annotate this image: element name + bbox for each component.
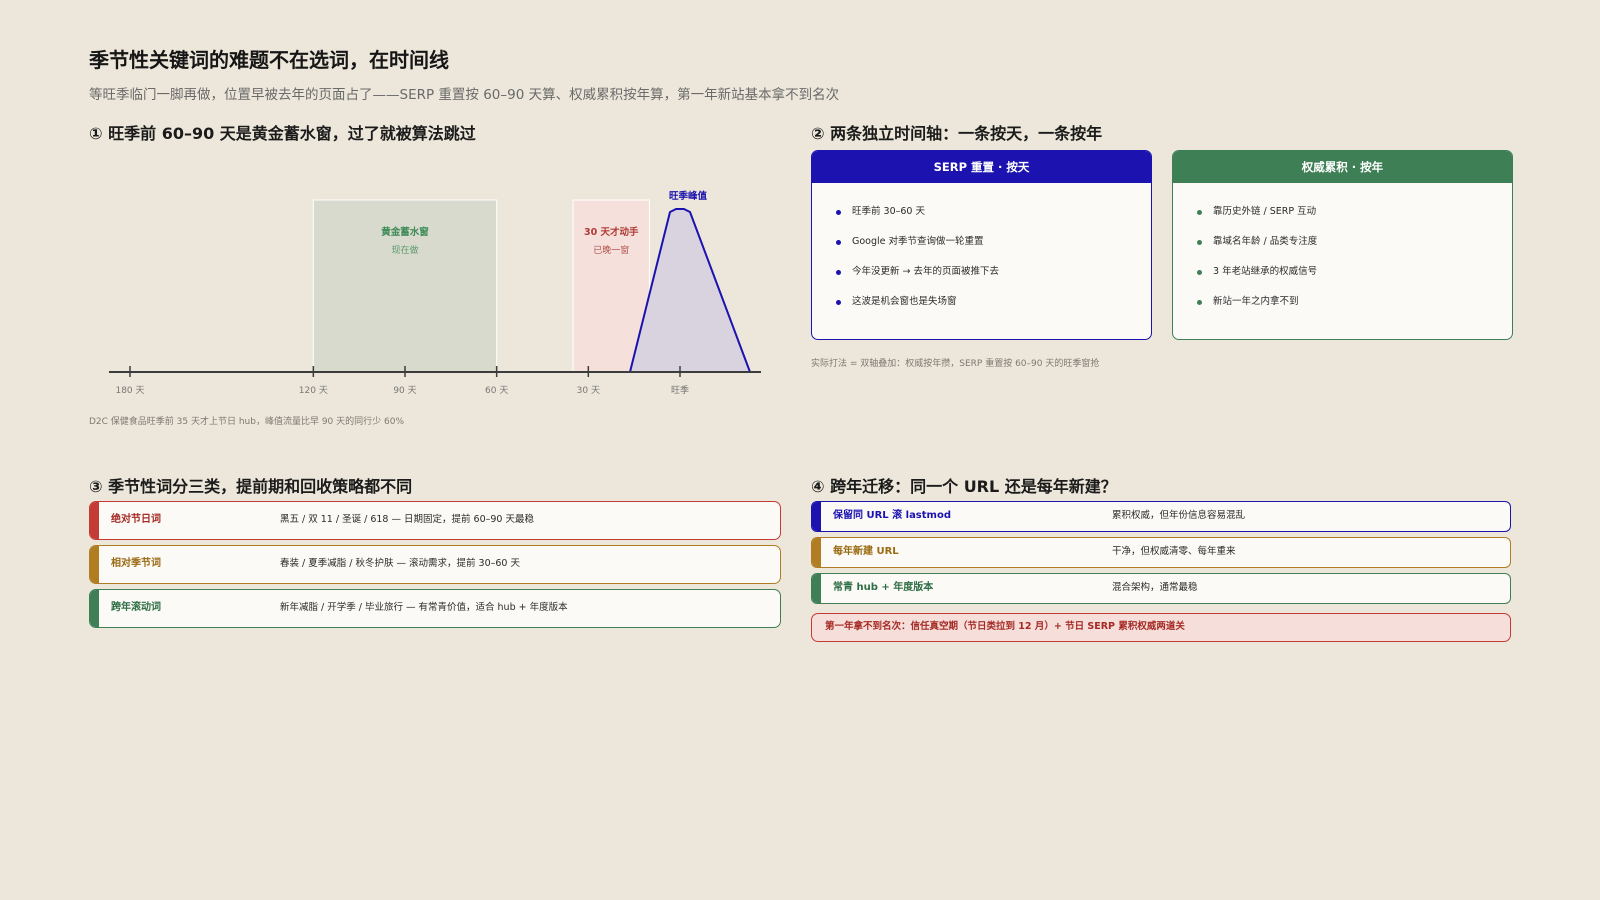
bullet-icon: [836, 210, 841, 215]
row-color-bar: [812, 502, 821, 531]
migration-option-desc: 累积权威，但年份信息容易混乱: [1112, 510, 1246, 521]
list-item: 新站一年之内拿不到: [1197, 291, 1512, 321]
migration-option-name: 常青 hub + 年度版本: [833, 582, 934, 593]
keyword-type-desc: 新年减脂 / 开学季 / 毕业旅行 — 有常青价值，适合 hub + 年度版本: [280, 602, 568, 613]
section2-caption: 实际打法 = 双轴叠加：权威按年攒，SERP 重置按 60–90 天的旺季窗抢: [811, 359, 1100, 369]
tick-label: 120 天: [299, 386, 328, 396]
bullet-icon: [836, 240, 841, 245]
keyword-row-absolute-holiday: 绝对节日词 黑五 / 双 11 / 圣诞 / 618 — 日期固定，提前 60–…: [89, 501, 781, 540]
tick-label: 180 天: [115, 386, 144, 396]
tick-label: 30 天: [577, 386, 600, 396]
keyword-type-desc: 春装 / 夏季减脂 / 秋冬护肤 — 滚动需求，提前 30–60 天: [280, 558, 520, 569]
migration-row-hub: 常青 hub + 年度版本 混合架构，通常最稳: [811, 573, 1511, 604]
section4-title: ④ 跨年迁移：同一个 URL 还是每年新建？: [811, 477, 1117, 496]
row-color-bar: [90, 502, 99, 539]
authority-card: 权威累积 · 按年 靠历史外链 / SERP 互动 靠域名年龄 / 品类专注度 …: [1172, 150, 1513, 340]
golden-window-rect: [312, 199, 498, 373]
bullet-icon: [1197, 210, 1202, 215]
list-item: 靠域名年龄 / 品类专注度: [1197, 231, 1512, 261]
section3-title: ③ 季节性词分三类，提前期和回收策略都不同: [89, 477, 413, 496]
page-subtitle: 等旺季临门一脚再做，位置早被去年的页面占了——SERP 重置按 60–90 天算…: [89, 87, 840, 103]
authority-list: 靠历史外链 / SERP 互动 靠域名年龄 / 品类专注度 3 年老站继承的权威…: [1173, 183, 1512, 321]
serp-reset-card-header: SERP 重置 · 按天: [812, 151, 1151, 183]
tick-label: 60 天: [485, 386, 508, 396]
serp-reset-list: 旺季前 30–60 天 Google 对季节查询做一轮重置 今年没更新 → 去年…: [812, 183, 1151, 321]
row-color-bar: [812, 574, 821, 603]
migration-option-name: 每年新建 URL: [833, 546, 899, 557]
keyword-type-name: 跨年滚动词: [111, 602, 161, 613]
golden-window-sub: 现在做: [391, 244, 418, 256]
serp-reset-card: SERP 重置 · 按天 旺季前 30–60 天 Google 对季节查询做一轮…: [811, 150, 1152, 340]
keyword-type-name: 相对季节词: [111, 558, 161, 569]
section1-title: ① 旺季前 60–90 天是黄金蓄水窗，过了就被算法跳过: [89, 124, 476, 143]
migration-row-new-url: 每年新建 URL 干净，但权威清零、每年重来: [811, 537, 1511, 568]
late-window-title: 30 天才动手: [584, 226, 639, 238]
list-item: 靠历史外链 / SERP 互动: [1197, 201, 1512, 231]
keyword-type-name: 绝对节日词: [111, 514, 161, 525]
page-title: 季节性关键词的难题不在选词，在时间线: [89, 48, 449, 72]
section1-caption: D2C 保健食品旺季前 35 天才上节日 hub，峰值流量比早 90 天的同行少…: [89, 417, 404, 427]
list-item: Google 对季节查询做一轮重置: [836, 231, 1151, 261]
migration-option-desc: 干净，但权威清零、每年重来: [1112, 546, 1236, 557]
keyword-row-relative-season: 相对季节词 春装 / 夏季减脂 / 秋冬护肤 — 滚动需求，提前 30–60 天: [89, 545, 781, 584]
peak-label: 旺季峰值: [669, 190, 708, 202]
first-year-warning: 第一年拿不到名次：信任真空期（节日类拉到 12 月）+ 节日 SERP 累积权威…: [811, 613, 1511, 642]
bullet-icon: [836, 270, 841, 275]
bullet-icon: [1197, 240, 1202, 245]
timeline-chart: 黄金蓄水窗现在做 30 天才动手已晚一窗 旺季峰值 180 天 120 天 90 天 6…: [109, 190, 761, 396]
bullet-icon: [1197, 300, 1202, 305]
migration-option-desc: 混合架构，通常最稳: [1112, 582, 1198, 593]
list-item: 今年没更新 → 去年的页面被推下去: [836, 261, 1151, 291]
late-window-sub: 已晚一窗: [593, 244, 629, 256]
keyword-type-desc: 黑五 / 双 11 / 圣诞 / 618 — 日期固定，提前 60–90 天最稳: [280, 514, 534, 525]
row-color-bar: [90, 590, 99, 627]
keyword-row-cross-year: 跨年滚动词 新年减脂 / 开学季 / 毕业旅行 — 有常青价值，适合 hub +…: [89, 589, 781, 628]
bullet-icon: [836, 300, 841, 305]
list-item: 3 年老站继承的权威信号: [1197, 261, 1512, 291]
section2-title: ② 两条独立时间轴：一条按天，一条按年: [811, 124, 1103, 143]
authority-card-header: 权威累积 · 按年: [1173, 151, 1512, 183]
row-color-bar: [90, 546, 99, 583]
tick-label: 旺季: [671, 384, 689, 396]
migration-option-name: 保留同 URL 滚 lastmod: [833, 510, 951, 521]
migration-row-same-url: 保留同 URL 滚 lastmod 累积权威，但年份信息容易混乱: [811, 501, 1511, 532]
golden-window-title: 黄金蓄水窗: [381, 226, 429, 238]
list-item: 这波是机会窗也是失场窗: [836, 291, 1151, 321]
tick-label: 90 天: [393, 386, 416, 396]
bullet-icon: [1197, 270, 1202, 275]
row-color-bar: [812, 538, 821, 567]
list-item: 旺季前 30–60 天: [836, 201, 1151, 231]
